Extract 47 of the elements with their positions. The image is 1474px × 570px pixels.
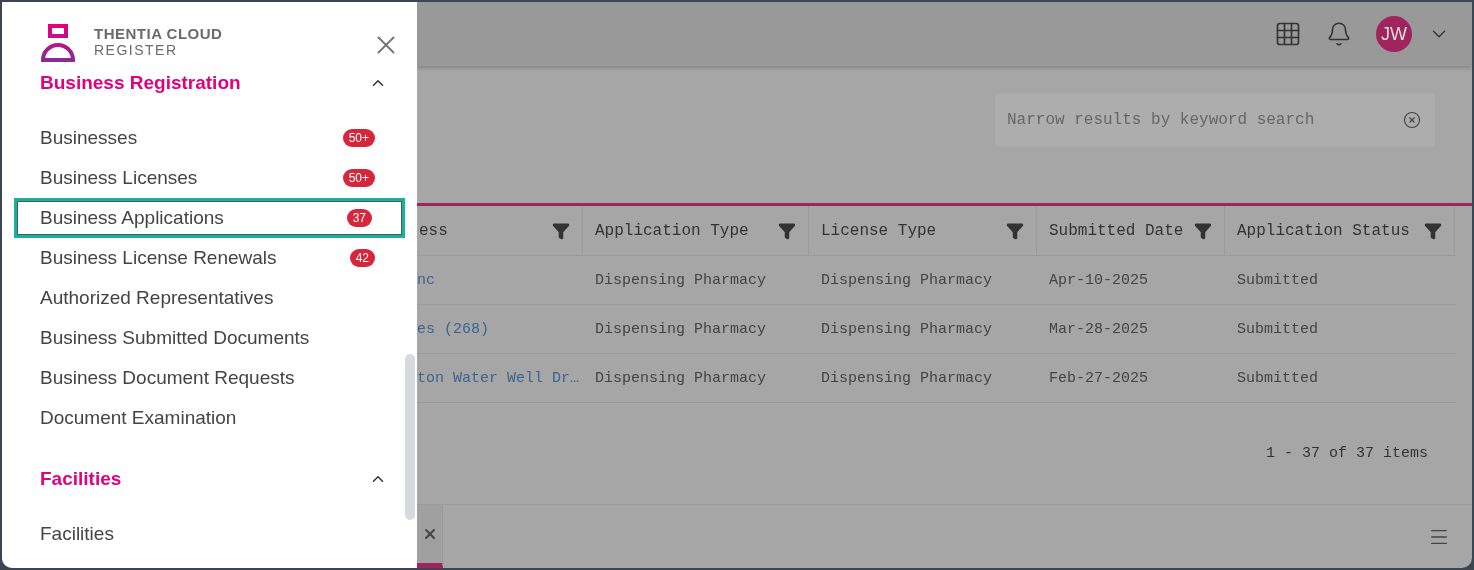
brand-name: THENTIA CLOUD	[94, 25, 223, 42]
table-cell: Submitted	[1237, 271, 1318, 289]
filter-icon[interactable]	[1424, 221, 1442, 240]
filter-icon[interactable]	[1194, 221, 1212, 240]
apps-grid-icon[interactable]	[1274, 20, 1302, 48]
table-cell: Dispensing Pharmacy	[821, 369, 993, 387]
count-badge: 50+	[342, 129, 375, 147]
table-cell: Apr-10-2025	[1049, 271, 1149, 289]
nav-item[interactable]: Document Examination	[2, 398, 417, 438]
filter-icon[interactable]	[552, 221, 570, 240]
user-avatar[interactable]: JW	[1376, 16, 1412, 52]
section-title: Business Registration	[40, 70, 241, 95]
notification-bell-icon[interactable]	[1326, 21, 1352, 47]
nav-item[interactable]: Business Submitted Documents	[2, 318, 417, 358]
table-cell: Submitted	[1237, 320, 1318, 338]
nav-item[interactable]: Business Applications 37	[14, 198, 405, 238]
table-cell: Submitted	[1237, 369, 1318, 387]
clear-icon[interactable]	[1403, 111, 1421, 129]
table-cell: Feb-27-2025	[1049, 369, 1149, 387]
search-field[interactable]: Narrow results by keyword search	[995, 94, 1435, 146]
bottom-tab[interactable]	[417, 505, 443, 568]
filter-icon[interactable]	[1006, 221, 1024, 240]
nav-item[interactable]: Business Licenses 50+	[2, 158, 417, 198]
column-header[interactable]: ess	[417, 206, 583, 255]
count-badge: 42	[349, 249, 375, 267]
table-cell: Dispensing Pharmacy	[595, 320, 767, 338]
nav-item[interactable]: Business License Renewals 42	[2, 238, 417, 278]
pagination-info: 1 - 37 of 37 items	[1265, 444, 1428, 464]
nav-item[interactable]: Facilities	[2, 514, 417, 554]
count-badge: 37	[346, 209, 372, 227]
table-cell: Dispensing Pharmacy	[595, 271, 767, 289]
table-cell: Mar-28-2025	[1049, 320, 1149, 338]
brand-subtitle: REGISTER	[94, 42, 179, 59]
table-cell: Dispensing Pharmacy	[821, 271, 993, 289]
column-header[interactable]: Submitted Date	[1037, 206, 1225, 255]
column-header[interactable]: Application Type	[583, 206, 809, 255]
logo-icon	[38, 22, 78, 62]
count-badge: 50+	[342, 169, 375, 187]
filter-icon[interactable]	[778, 221, 796, 240]
nav-item[interactable]: Businesses 50+	[2, 118, 417, 158]
nav-item[interactable]: Authorized Representatives	[2, 278, 417, 318]
section-title: Facilities	[40, 466, 122, 491]
table-cell: Dispensing Pharmacy	[595, 369, 767, 387]
nav-item[interactable]: Business Document Requests	[2, 358, 417, 398]
table-cell: Dispensing Pharmacy	[821, 320, 993, 338]
column-header[interactable]: License Type	[809, 206, 1037, 255]
column-header[interactable]: Application Status	[1225, 206, 1455, 255]
